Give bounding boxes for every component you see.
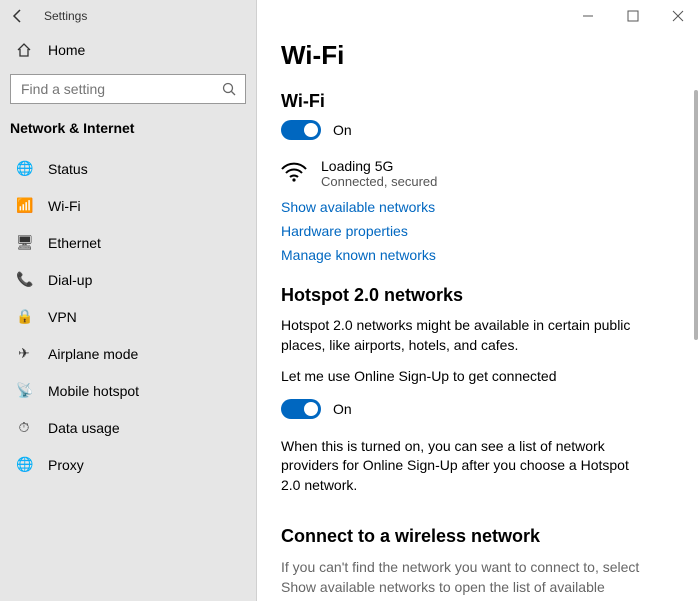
link-manage-known-networks[interactable]: Manage known networks	[281, 247, 680, 263]
arrow-left-icon	[10, 8, 26, 24]
sidebar-item-label: Proxy	[48, 457, 84, 473]
wifi-icon: 📶	[16, 197, 32, 214]
data-usage-icon: ⏱	[16, 419, 32, 436]
sidebar-home[interactable]: Home	[0, 32, 256, 68]
close-icon	[670, 8, 686, 24]
app-title: Settings	[36, 9, 87, 23]
vpn-icon: 🔒	[16, 308, 32, 325]
sidebar-item-label: Mobile hotspot	[48, 383, 139, 399]
sidebar-item-label: Status	[48, 161, 88, 177]
hotspot-icon: 📡	[16, 382, 32, 399]
sidebar-item-hotspot[interactable]: 📡 Mobile hotspot	[0, 372, 256, 409]
sidebar-item-label: Wi-Fi	[48, 198, 81, 214]
hotspot-toggle[interactable]	[281, 399, 321, 419]
back-button[interactable]	[0, 0, 36, 32]
search-box[interactable]	[10, 74, 246, 104]
maximize-icon	[625, 8, 641, 24]
dialup-icon: 📞	[16, 271, 32, 288]
sidebar-section-title: Network & Internet	[0, 116, 256, 150]
sidebar-item-status[interactable]: 🌐 Status	[0, 150, 256, 187]
page-title: Wi-Fi	[281, 40, 680, 71]
close-button[interactable]	[655, 0, 700, 32]
sidebar-item-label: Airplane mode	[48, 346, 138, 362]
ethernet-icon: 🖥	[16, 234, 32, 251]
window-controls	[565, 0, 700, 32]
sidebar-item-dialup[interactable]: 📞 Dial-up	[0, 261, 256, 298]
current-network-info: Loading 5G Connected, secured	[321, 158, 437, 189]
settings-window: Settings Home	[0, 0, 700, 601]
hotspot-explain: When this is turned on, you can see a li…	[281, 437, 651, 496]
hotspot-heading: Hotspot 2.0 networks	[281, 285, 680, 306]
search-container	[0, 68, 256, 116]
scrollbar-thumb[interactable]	[694, 90, 698, 340]
wifi-toggle-state: On	[333, 122, 352, 138]
sidebar-item-label: VPN	[48, 309, 77, 325]
hotspot-toggle-row: On	[281, 399, 680, 419]
sidebar-item-proxy[interactable]: 🌐 Proxy	[0, 446, 256, 483]
wifi-subheading: Wi-Fi	[281, 91, 680, 112]
sidebar: Home Network & Internet 🌐 Status 📶 Wi-Fi…	[0, 0, 257, 601]
search-input[interactable]	[19, 80, 221, 98]
wifi-toggle-row: On	[281, 120, 680, 140]
hotspot-toggle-state: On	[333, 401, 352, 417]
proxy-icon: 🌐	[16, 456, 32, 473]
hotspot-description: Hotspot 2.0 networks might be available …	[281, 316, 651, 355]
link-hardware-properties[interactable]: Hardware properties	[281, 223, 680, 239]
minimize-icon	[580, 8, 596, 24]
globe-icon: 🌐	[16, 160, 32, 177]
sidebar-item-label: Ethernet	[48, 235, 101, 251]
sidebar-item-vpn[interactable]: 🔒 VPN	[0, 298, 256, 335]
connect-body: If you can't find the network you want t…	[281, 557, 661, 601]
network-status: Connected, secured	[321, 174, 437, 189]
scrollbar-track[interactable]	[694, 90, 698, 595]
connect-heading: Connect to a wireless network	[281, 526, 680, 547]
sidebar-item-wifi[interactable]: 📶 Wi-Fi	[0, 187, 256, 224]
sidebar-item-label: Data usage	[48, 420, 120, 436]
main-pane: Wi-Fi Wi-Fi On Loading 5G Connected, sec…	[257, 0, 700, 601]
sidebar-home-label: Home	[48, 42, 85, 58]
scroll-area: Wi-Fi Wi-Fi On Loading 5G Connected, sec…	[281, 40, 680, 601]
search-icon	[221, 81, 237, 97]
sidebar-item-ethernet[interactable]: 🖥 Ethernet	[0, 224, 256, 261]
sidebar-item-label: Dial-up	[48, 272, 92, 288]
sidebar-item-airplane[interactable]: ✈ Airplane mode	[0, 335, 256, 372]
wifi-signal-icon	[281, 160, 307, 186]
airplane-icon: ✈	[16, 345, 32, 362]
sidebar-item-datausage[interactable]: ⏱ Data usage	[0, 409, 256, 446]
title-bar: Settings	[0, 0, 700, 32]
network-ssid: Loading 5G	[321, 158, 437, 174]
home-icon	[16, 42, 32, 58]
hotspot-toggle-label: Let me use Online Sign-Up to get connect…	[281, 367, 651, 387]
wifi-toggle[interactable]	[281, 120, 321, 140]
minimize-button[interactable]	[565, 0, 610, 32]
maximize-button[interactable]	[610, 0, 655, 32]
link-show-networks[interactable]: Show available networks	[281, 199, 680, 215]
current-network[interactable]: Loading 5G Connected, secured	[281, 158, 680, 189]
